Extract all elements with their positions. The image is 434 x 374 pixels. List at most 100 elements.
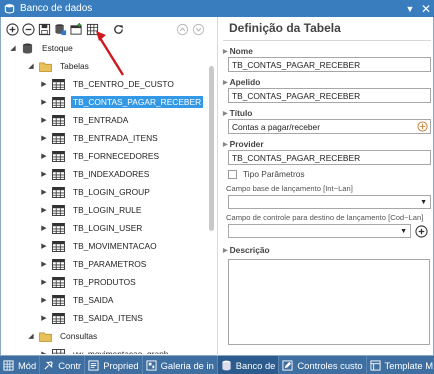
remove-icon — [21, 22, 35, 36]
expand-arrow-icon[interactable]: ▶ — [40, 98, 48, 106]
tree-item-table[interactable]: ▶ TB_MOVIMENTACAO — [5, 237, 205, 255]
expand-arrow-icon[interactable]: ▶ — [40, 242, 48, 250]
tree-item-label: TB_LOGIN_GROUP — [73, 187, 150, 197]
tree-item-table[interactable]: ▶ TB_SAIDA_ITENS — [5, 309, 205, 327]
provider-label: ▶ Provider — [223, 139, 264, 149]
tree-item-label: TB_FORNECEDORES — [73, 151, 160, 161]
database-save-button[interactable] — [53, 22, 67, 36]
folder-icon — [38, 60, 52, 72]
tree-item-table[interactable]: ▶ TB_ENTRADA_ITENS — [5, 129, 205, 147]
tree-item-table[interactable]: ▶ TB_CENTRO_DE_CUSTO — [5, 75, 205, 93]
expand-icon: ▶ — [223, 141, 228, 148]
move-up-button[interactable] — [175, 22, 189, 36]
new-table-button[interactable] — [69, 22, 83, 36]
table-icon — [51, 222, 65, 234]
apelido-field[interactable]: TB_CONTAS_PAGAR_RECEBER — [228, 88, 431, 103]
tree-item-label: Tabelas — [60, 61, 89, 71]
taskbar-item[interactable]: Mód — [0, 356, 41, 374]
descricao-field[interactable] — [228, 259, 430, 345]
tree-item-label: TB_PARAMETROS — [73, 259, 147, 269]
tree-item-label: TB_MOVIMENTACAO — [73, 241, 157, 251]
tree-item-table[interactable]: ▶ TB_CONTAS_PAGAR_RECEBER — [5, 93, 205, 111]
collapse-arrow-icon[interactable]: ◢ — [27, 62, 35, 70]
taskbar-item-label: Controles custo — [297, 359, 363, 371]
taskbar-item-label: Banco de — [235, 359, 276, 371]
tree-item-table[interactable]: ▶ TB_LOGIN_GROUP — [5, 183, 205, 201]
taskbar-item[interactable]: Contr — [40, 356, 86, 374]
table-icon — [51, 258, 65, 270]
gallery-icon — [146, 359, 161, 371]
taskbar: Mód Contr Propried Galeria de in Banco de Con… — [0, 356, 434, 374]
add-icon[interactable] — [415, 224, 428, 238]
scrollbar-thumb[interactable] — [209, 66, 214, 231]
collapse-arrow-icon[interactable]: ◢ — [27, 332, 35, 340]
expand-arrow-icon[interactable]: ▶ — [40, 170, 48, 178]
titulo-label: ▶ Título — [223, 108, 253, 118]
taskbar-item[interactable]: Banco de — [217, 356, 280, 374]
tree-item-table[interactable]: ▶ TB_INDEXADORES — [5, 165, 205, 183]
expand-arrow-icon[interactable]: ▶ — [40, 350, 48, 354]
down-icon — [192, 23, 204, 35]
nome-field[interactable]: TB_CONTAS_PAGAR_RECEBER — [228, 57, 431, 72]
tree-item-tabelas[interactable]: ◢ Tabelas — [5, 57, 205, 75]
tipo-parametros-checkbox[interactable] — [228, 169, 237, 179]
expand-arrow-icon[interactable]: ▶ — [40, 278, 48, 286]
taskbar-item[interactable]: Controles custo — [279, 356, 367, 374]
expand-arrow-icon[interactable]: ▶ — [40, 116, 48, 124]
tree-item-table[interactable]: ▶ TB_FORNECEDORES — [5, 147, 205, 165]
table-definition-panel: Definição da Tabela ▶ Nome TB_CONTAS_PAGA… — [223, 17, 431, 356]
close-button[interactable]: ✕ — [418, 0, 434, 17]
campo-controle-select[interactable]: ▼ — [228, 224, 411, 238]
expand-arrow-icon[interactable]: ▶ — [40, 224, 48, 232]
table-icon — [51, 168, 65, 180]
expand-arrow-icon[interactable]: ▶ — [40, 260, 48, 268]
taskbar-item-label: Mód — [18, 359, 37, 371]
expand-arrow-icon[interactable]: ▶ — [40, 188, 48, 196]
up-icon — [176, 23, 188, 35]
tree-scrollbar[interactable] — [208, 41, 215, 353]
table-icon — [51, 204, 65, 216]
chevron-down-icon: ▼ — [420, 198, 427, 206]
window-menu-button[interactable]: ▼ — [402, 0, 418, 17]
splitter[interactable] — [217, 17, 218, 356]
table-icon — [51, 240, 65, 252]
provider-field[interactable]: TB_CONTAS_PAGAR_RECEBER — [228, 150, 431, 165]
tipo-parametros-row[interactable]: Tipo Parâmetros — [228, 168, 431, 180]
tree-item-table[interactable]: ▶ TB_PRODUTOS — [5, 273, 205, 291]
taskbar-item-label: Galeria de in — [160, 359, 214, 371]
taskbar-item-label: Template M — [384, 359, 433, 371]
expand-arrow-icon[interactable]: ▶ — [40, 296, 48, 304]
expand-arrow-icon[interactable]: ▶ — [40, 152, 48, 160]
tree-item-consultas[interactable]: ◢ Consultas — [5, 327, 205, 345]
tree-item-table[interactable]: ▶ TB_SAIDA — [5, 291, 205, 309]
titulo-field[interactable]: Contas a pagar/receber — [228, 119, 431, 134]
save-button[interactable] — [37, 22, 51, 36]
table-icon — [51, 312, 65, 324]
tree-item-table[interactable]: ▶ TB_ENTRADA — [5, 111, 205, 129]
expand-icon: ▶ — [223, 247, 228, 254]
database-icon — [221, 360, 236, 371]
campo-base-select[interactable]: ▼ — [228, 195, 431, 209]
window-title: Banco de dados — [20, 3, 93, 14]
tree-item-table[interactable]: ▶ TB_LOGIN_USER — [5, 219, 205, 237]
table-icon — [51, 294, 65, 306]
taskbar-item[interactable]: Template M — [367, 356, 434, 374]
collapse-arrow-icon[interactable]: ◢ — [9, 44, 17, 52]
expand-arrow-icon[interactable]: ▶ — [40, 314, 48, 322]
tree-item-label: TB_LOGIN_USER — [73, 223, 143, 233]
add-button[interactable] — [5, 22, 19, 36]
remove-button[interactable] — [21, 22, 35, 36]
expand-arrow-icon[interactable]: ▶ — [40, 134, 48, 142]
tree-item-table[interactable]: ▶ TB_PARAMETROS — [5, 255, 205, 273]
taskbar-item[interactable]: Galeria de in — [143, 356, 218, 374]
expand-arrow-icon[interactable]: ▶ — [40, 80, 48, 88]
tree-item-table[interactable]: ▶ TB_LOGIN_RULE — [5, 201, 205, 219]
taskbar-item[interactable]: Propried — [85, 356, 143, 374]
properties-icon — [88, 359, 103, 371]
tree-item-query[interactable]: ▶ vw_movimentacao_graph — [5, 345, 205, 354]
translate-icon[interactable] — [417, 121, 428, 132]
move-down-button[interactable] — [191, 22, 205, 36]
tree-item-estoque[interactable]: ◢ Estoque — [5, 39, 205, 57]
expand-arrow-icon[interactable]: ▶ — [40, 206, 48, 214]
edit-icon — [282, 359, 297, 371]
